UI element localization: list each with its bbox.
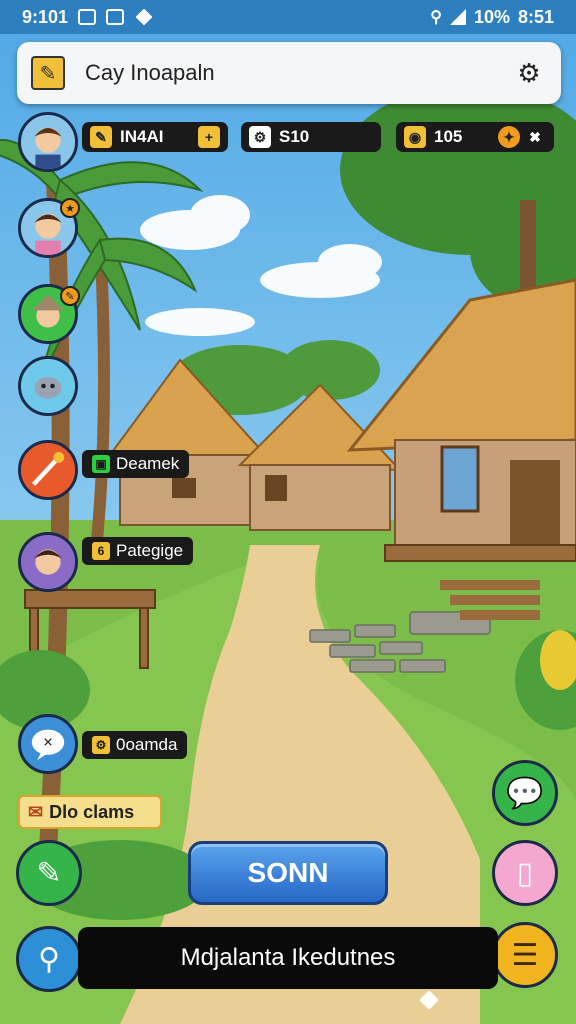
villager-status-icon: ⚙ (92, 736, 110, 754)
clipboard-icon: ▯ (516, 856, 534, 890)
resource-energy-value: IN4AI (120, 127, 164, 146)
villager-status-icon: 6 (92, 542, 110, 560)
status-bar: 9:101 ⚲ 10% 8:51 (0, 0, 576, 34)
resource-gold[interactable]: ◉ 105 ✦ ✖ (396, 122, 554, 152)
scroll-icon: ✎ (90, 126, 112, 148)
title-card: ✎ Cay Inoapaln ⚙ (17, 42, 561, 104)
menu-button[interactable]: ☰ (492, 922, 558, 988)
villager-name: 0oamda (116, 735, 178, 754)
wifi-icon: ⚲ (430, 9, 442, 26)
avatar-villager-5[interactable] (18, 532, 78, 592)
scroll-icon: ✉ (28, 801, 44, 822)
signal-icon (449, 9, 466, 25)
status-time-left: 9:101 (22, 6, 69, 27)
claims-label: Dlo clams (49, 801, 135, 822)
settings-button[interactable]: ⚙ (511, 55, 547, 91)
claims-tag[interactable]: ✉ Dlo clams (18, 795, 162, 829)
chat-button[interactable]: 💬 (492, 760, 558, 826)
coin-icon: ◉ (404, 126, 426, 148)
image-notification-icon (106, 9, 125, 25)
diamond-icon (135, 8, 153, 26)
search-button[interactable]: ⚲ (16, 926, 82, 992)
gear-icon: ⚙ (249, 126, 271, 148)
status-time-right: 8:51 (517, 6, 554, 27)
resource-gear[interactable]: ⚙ S10 (241, 122, 381, 152)
villager-status-icon: ▣ (92, 455, 110, 473)
avatar-badge: ★ (60, 198, 80, 218)
close-icon[interactable]: ✖ (524, 126, 546, 148)
resource-gear-value: S10 (279, 127, 310, 146)
avatar-villager-4[interactable] (18, 356, 78, 416)
villager-tag-0oamda[interactable]: ⚙ 0oamda (82, 731, 188, 759)
search-icon: ⚲ (38, 942, 60, 976)
pencil-map-icon: ✎ (31, 56, 65, 90)
clipboard-button[interactable]: ▯ (492, 840, 558, 906)
bottom-bar-label: Mdjalanta Ikedutnes (180, 944, 396, 971)
resource-gold-value: 105 (434, 127, 463, 146)
sonn-button[interactable]: SONN (188, 841, 388, 905)
chat-icon: 💬 (506, 776, 544, 810)
svg-text:✕: ✕ (43, 735, 54, 750)
avatar-badge: ✎ (60, 286, 80, 306)
edit-notes-button[interactable]: ✎ (16, 840, 82, 906)
villager-name: Deamek (116, 454, 180, 473)
avatar-chat[interactable]: ✕ (18, 714, 78, 774)
villager-tag-deamek[interactable]: ▣ Deamek (82, 450, 190, 478)
villager-name: Pategige (116, 541, 184, 560)
resource-energy[interactable]: ✎ IN4AI + (82, 122, 228, 152)
avatar-villager-1[interactable] (18, 112, 78, 172)
villager-tag-pategige[interactable]: 6 Pategige (82, 537, 194, 565)
gear-icon: ⚙ (517, 57, 541, 88)
shovel-icon: ✦ (498, 126, 520, 148)
page-title: Cay Inoapaln (85, 60, 215, 85)
battery-level: 10% (473, 6, 510, 27)
notepad-icon: ✎ (36, 856, 62, 890)
avatar-tools[interactable] (18, 440, 78, 500)
bottom-action-bar[interactable]: Mdjalanta Ikedutnes (78, 927, 498, 989)
notification-icon (78, 9, 97, 25)
plus-icon: + (198, 126, 220, 148)
list-icon: ☰ (511, 938, 539, 972)
